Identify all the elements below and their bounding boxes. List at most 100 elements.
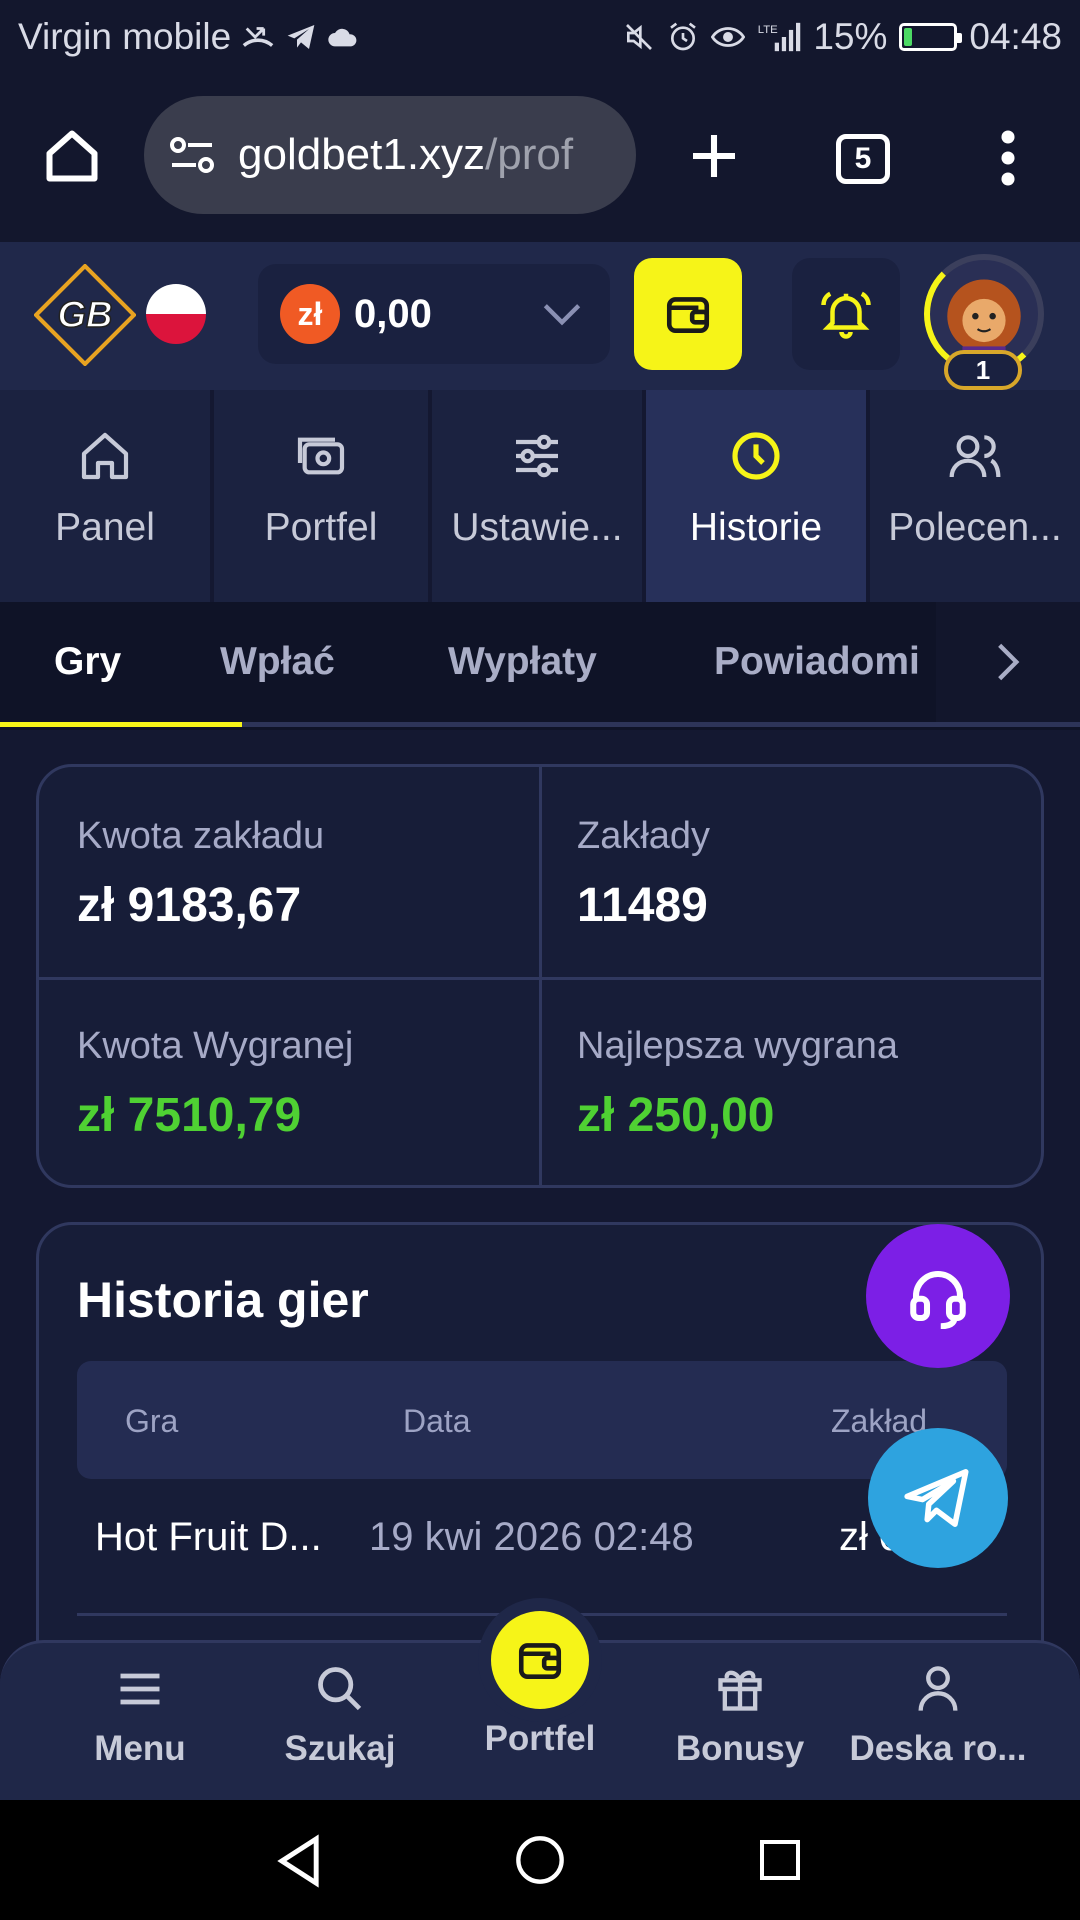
battery-percent: 15%	[813, 16, 888, 57]
bottom-nav-bonuses[interactable]: Bonusy	[640, 1663, 840, 1769]
zloty-coin-icon: zł	[280, 284, 340, 344]
support-chat-button[interactable]	[866, 1224, 1010, 1368]
history-table-header: Gra Data Zakład	[77, 1361, 1007, 1479]
subtabs-scroll-right-button[interactable]	[936, 602, 1080, 722]
url-host: goldbet1.xyz	[238, 130, 486, 179]
balance-dropdown[interactable]: zł 0,00	[258, 264, 610, 364]
user-icon	[918, 1666, 958, 1711]
browser-home-button[interactable]	[42, 126, 102, 186]
search-icon	[318, 1667, 362, 1711]
missed-call-icon	[242, 27, 274, 47]
android-nav-bar	[0, 1800, 1080, 1920]
subtab-active-indicator	[0, 722, 242, 727]
bottom-nav-wallet-fab[interactable]	[478, 1598, 602, 1722]
profile-nav-label: Historie	[689, 506, 823, 549]
signal-icon: LTE	[758, 22, 801, 52]
back-icon[interactable]	[274, 1834, 324, 1888]
stat-bets-count: Zakłady 11489	[577, 815, 710, 933]
home-icon	[46, 130, 98, 182]
profile-nav-polecenia[interactable]: Polecen...	[870, 390, 1080, 602]
bottom-nav-label: Menu	[94, 1729, 186, 1768]
mute-icon	[626, 24, 653, 50]
profile-nav: Panel Portfel Ustawie... Historie Polece…	[0, 390, 1080, 602]
stat-win-amount: Kwota Wygranej zł 7510,79	[77, 1025, 353, 1143]
chevron-down-icon	[543, 304, 581, 326]
profile-nav-portfel[interactable]: Portfel	[214, 390, 432, 602]
history-subtabs: Gry Wpłać Wypłaty Powiadomi	[0, 602, 1080, 730]
bell-icon	[821, 291, 871, 339]
plus-icon	[693, 135, 735, 177]
clock-time: 04:48	[969, 16, 1062, 57]
battery-icon	[899, 23, 963, 51]
status-bar: Virgin mobile LTE 15% 04:48	[0, 0, 1080, 74]
stat-bet-amount: Kwota zakładu zł 9183,67	[77, 815, 324, 933]
bottom-nav-search[interactable]: Szukaj	[240, 1663, 440, 1769]
balance-amount: 0,00	[354, 291, 432, 336]
profile-nav-historie[interactable]: Historie	[646, 390, 870, 602]
telegram-status-icon	[287, 25, 315, 49]
subtab-powiadomienia[interactable]: Powiadomi	[714, 640, 920, 684]
wallet-cash-icon	[297, 437, 345, 475]
clock-icon	[732, 432, 780, 480]
recents-icon[interactable]	[756, 1836, 804, 1884]
notifications-button[interactable]	[792, 258, 900, 370]
subtab-gry[interactable]: Gry	[54, 640, 121, 684]
profile-nav-label: Portfel	[264, 506, 378, 549]
stats-card: Kwota zakładu zł 9183,67 Zakłady 11489 K…	[36, 764, 1044, 1188]
profile-nav-label: Ustawie...	[451, 506, 623, 549]
cloud-icon	[328, 28, 357, 47]
tab-switcher-button[interactable]: 5	[836, 134, 890, 184]
column-header-date: Data	[403, 1403, 471, 1439]
stat-label: Najlepsza wygrana	[577, 1025, 899, 1067]
language-flag-poland[interactable]	[146, 284, 206, 344]
address-bar[interactable]: goldbet1.xyz/prof	[144, 96, 636, 214]
site-logo[interactable]: GB	[34, 264, 136, 366]
stat-best-win: Najlepsza wygrana zł 250,00	[577, 1025, 898, 1143]
subtab-wplac[interactable]: Wpłać	[220, 640, 335, 684]
profile-nav-panel[interactable]: Panel	[0, 390, 214, 602]
profile-nav-label: Polecen...	[888, 506, 1062, 549]
bottom-nav-menu[interactable]: Menu	[40, 1663, 240, 1769]
stat-label: Zakłady	[577, 815, 711, 857]
battery-fill	[904, 28, 912, 46]
bottom-nav-label: Bonusy	[675, 1729, 805, 1768]
url-path: /prof	[485, 130, 574, 179]
settings-sliders-icon	[516, 434, 558, 478]
stat-label: Kwota zakładu	[77, 815, 325, 857]
alarm-icon	[670, 22, 697, 51]
eye-icon	[711, 27, 746, 47]
stat-value: zł 7510,79	[77, 1089, 302, 1142]
stat-value: zł 250,00	[577, 1089, 775, 1142]
users-icon	[949, 435, 1001, 478]
menu-icon	[120, 1673, 160, 1705]
subtabs-underline	[0, 722, 1080, 727]
profile-nav-ustawienia[interactable]: Ustawie...	[432, 390, 646, 602]
history-title: Historia gier	[77, 1272, 369, 1328]
subtab-wyplaty[interactable]: Wypłaty	[448, 640, 597, 684]
stats-divider	[39, 977, 1041, 980]
bottom-nav-label: Portfel	[484, 1719, 596, 1758]
status-right-group: LTE 15% 04:48	[623, 16, 1062, 58]
carrier-name: Virgin mobile	[18, 16, 232, 57]
home-circle-icon[interactable]	[514, 1834, 566, 1886]
bottom-nav-dashboard[interactable]: Deska ro...	[838, 1663, 1038, 1769]
svg-text:LTE: LTE	[758, 24, 778, 36]
new-tab-button[interactable]	[686, 128, 742, 184]
stat-value: 11489	[577, 879, 708, 932]
home-icon	[81, 432, 129, 480]
headset-icon	[910, 1270, 966, 1329]
chevron-right-icon	[998, 643, 1020, 681]
column-header-game: Gra	[125, 1403, 179, 1439]
telegram-button[interactable]	[868, 1428, 1008, 1568]
wallet-icon	[666, 297, 710, 333]
browser-menu-button[interactable]	[996, 130, 1020, 186]
stat-label: Kwota Wygranej	[77, 1025, 354, 1067]
browser-toolbar: goldbet1.xyz/prof 5	[0, 74, 1080, 242]
svg-text:GB: GB	[57, 294, 112, 335]
wallet-icon	[518, 1643, 562, 1679]
deposit-wallet-button[interactable]	[634, 258, 742, 370]
table-row[interactable]: Hot Fruit D... 19 kwi 2026 02:48 zł 0,0	[77, 1515, 1007, 1611]
bottom-nav-label: Szukaj	[284, 1729, 396, 1768]
telegram-icon	[904, 1469, 969, 1527]
stat-value: zł 9183,67	[77, 879, 302, 932]
